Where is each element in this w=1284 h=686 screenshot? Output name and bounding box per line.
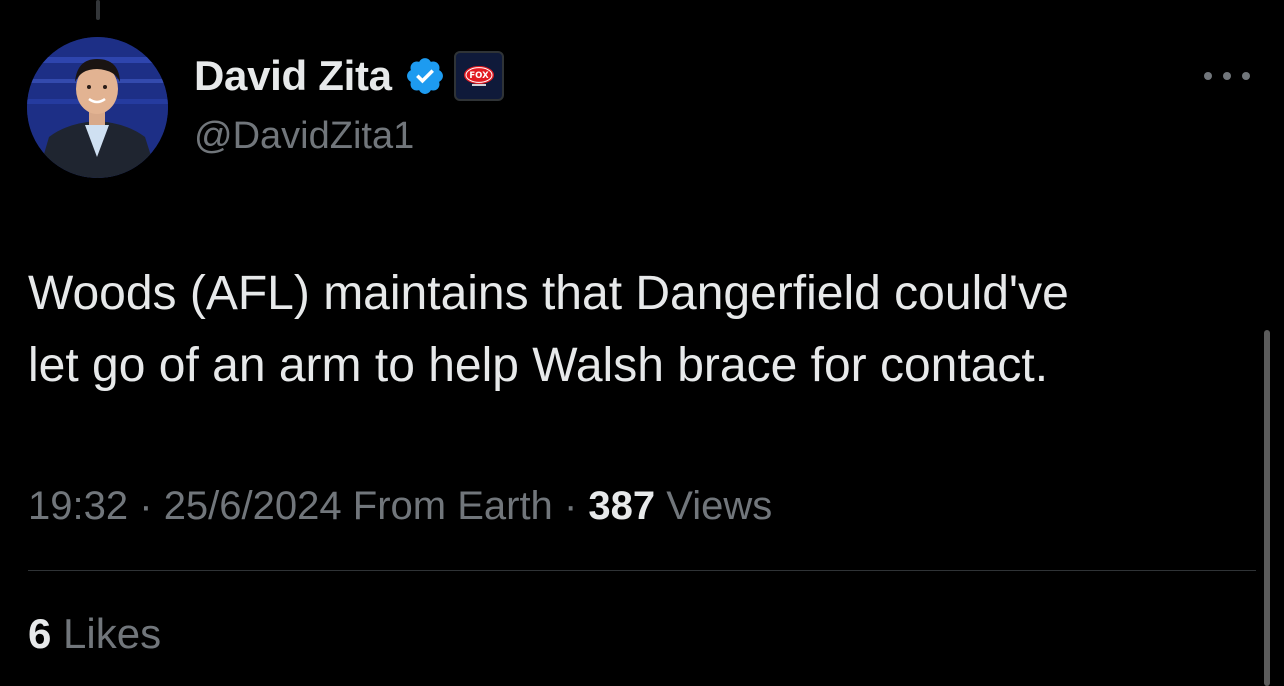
tweet-source: From Earth [352,484,553,528]
likes-label: Likes [63,610,162,657]
fox-sports-affiliate-icon[interactable]: FOX [453,51,504,101]
thread-connector-line [96,0,100,20]
more-dot-icon [1242,72,1250,80]
tweet-text: Woods (AFL) maintains that Dangerfield c… [28,267,1069,392]
scrollbar[interactable] [1264,330,1270,686]
author-display-name[interactable]: David Zita [194,50,392,102]
author-name-row: David Zita FOX [194,50,504,102]
tweet-time[interactable]: 19:32 [28,484,128,528]
likes-count: 6 [28,610,52,657]
likes-link[interactable]: 6 Likes [28,606,161,662]
views-count: 387 [588,484,656,528]
tweet-metadata: 19:32 · 25/6/2024 From Earth · 387 Views [28,478,772,534]
views-label: Views [666,484,773,528]
verified-check-icon[interactable] [404,55,446,97]
meta-separator: · [139,484,153,528]
author-handle[interactable]: @DavidZita1 [194,112,414,160]
divider [28,570,1256,571]
more-options-button[interactable] [1204,62,1250,90]
meta-separator: · [563,484,578,528]
avatar[interactable] [27,37,168,178]
tweet-date[interactable]: 25/6/2024 [164,484,342,528]
avatar-image [27,37,168,178]
fox-badge-text: FOX [469,71,489,81]
more-dot-icon [1223,72,1231,80]
more-dot-icon [1204,72,1212,80]
